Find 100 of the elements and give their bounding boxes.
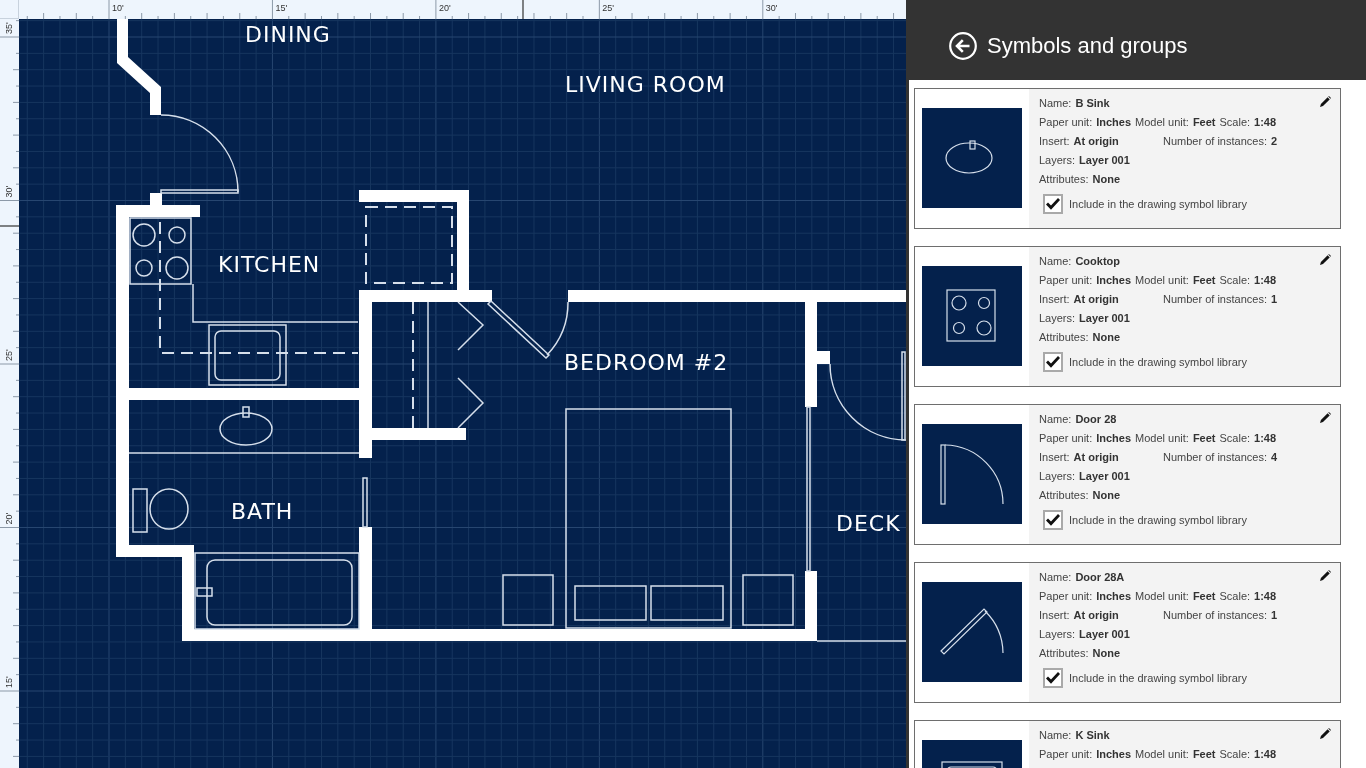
field-label: Number of instances: [1163, 134, 1267, 147]
symbol-card[interactable]: Name: K Sink Paper unit: Inches Model unit: Feet Scale: 1:48 [914, 720, 1341, 768]
room-label: DINING [245, 22, 331, 47]
field-value: At origin [1073, 608, 1119, 621]
ruler-label: 15' [4, 676, 14, 688]
field-label: Paper unit: [1039, 273, 1093, 286]
room-label: BEDROOM #2 [564, 350, 729, 375]
checkmark-icon [1046, 514, 1060, 526]
field-value: Layer 001 [1079, 311, 1130, 324]
symbol-card[interactable]: Name: Door 28 Paper unit: Inches Model unit: Feet Scale: 1:48 Insert: At origin Number of instances: 4 Layers: Layer 001 Attributes: None Include in the drawing symbol library [914, 404, 1341, 545]
field-value: None [1092, 646, 1121, 659]
field-label: Insert: [1039, 292, 1070, 305]
field-value: Inches [1096, 115, 1132, 128]
field-value: Door 28A [1075, 570, 1125, 583]
room-label: DECK [836, 511, 901, 536]
field-value: 4 [1270, 450, 1278, 463]
pencil-icon [1320, 412, 1331, 423]
field-value: 1:48 [1254, 273, 1277, 286]
field-label: Scale: [1219, 115, 1251, 128]
field-value: None [1092, 488, 1121, 501]
field-value: 1:48 [1254, 747, 1277, 760]
field-value: Layer 001 [1079, 153, 1130, 166]
checkbox-label: Include in the drawing symbol library [1069, 514, 1247, 526]
field-value: Feet [1192, 747, 1216, 760]
ruler-label: 35' [4, 22, 14, 34]
symbol-card[interactable]: Name: Door 28A Paper unit: Inches Model unit: Feet Scale: 1:48 Insert: At origin Number of instances: 1 Layers: Layer 001 Attributes: None Include in the drawing symbol library [914, 562, 1341, 703]
ruler-label: 25' [4, 349, 14, 361]
field-label: Number of instances: [1163, 450, 1267, 463]
field-label: Model unit: [1135, 589, 1189, 602]
ruler-label: 10' [112, 3, 124, 13]
field-label: Scale: [1219, 589, 1251, 602]
field-value: 1:48 [1254, 431, 1277, 444]
nightstand [742, 574, 794, 626]
field-value: At origin [1073, 134, 1119, 147]
edit-button[interactable] [1320, 728, 1332, 740]
field-value: Feet [1192, 431, 1216, 444]
field-value: 1:48 [1254, 589, 1277, 602]
field-value: Feet [1192, 115, 1216, 128]
field-value: At origin [1073, 292, 1119, 305]
field-value: Inches [1096, 589, 1132, 602]
field-value: Feet [1192, 273, 1216, 286]
field-label: Name: [1039, 412, 1072, 425]
field-label: Paper unit: [1039, 747, 1093, 760]
field-value: Door 28 [1075, 412, 1117, 425]
field-label: Scale: [1219, 747, 1251, 760]
field-label: Insert: [1039, 450, 1070, 463]
edit-button[interactable] [1320, 412, 1332, 424]
sink-drawing [941, 761, 1003, 768]
room-label: KITCHEN [218, 252, 321, 277]
bifold-door [457, 301, 485, 351]
field-label: Attributes: [1039, 488, 1089, 501]
field-label: Layers: [1039, 627, 1076, 640]
checkbox[interactable] [1043, 352, 1063, 372]
ruler-label: 20' [4, 512, 14, 525]
symbol-card[interactable]: Name: Cooktop Paper unit: Inches Model unit: Feet Scale: 1:48 Insert: At origin Number of instances: 1 Layers: Layer 001 Attributes: None Include in the drawing symbol library [914, 246, 1341, 387]
checkmark-icon [1046, 356, 1060, 368]
checkbox[interactable] [1043, 668, 1063, 688]
field-value: K Sink [1075, 728, 1110, 741]
field-label: Insert: [1039, 608, 1070, 621]
checkbox-label: Include in the drawing symbol library [1069, 198, 1247, 210]
field-value: Inches [1096, 747, 1132, 760]
cooktop-drawing [946, 289, 996, 342]
field-label: Attributes: [1039, 172, 1089, 185]
checkbox[interactable] [1043, 510, 1063, 530]
sink [219, 406, 273, 446]
field-label: Layers: [1039, 311, 1076, 324]
field-label: Attributes: [1039, 646, 1089, 659]
door-swing-drawing [940, 444, 1004, 505]
field-label: Insert: [1039, 134, 1070, 147]
field-label: Number of instances: [1163, 608, 1267, 621]
field-value: Inches [1096, 431, 1132, 444]
edit-button[interactable] [1320, 254, 1332, 266]
back-button[interactable] [949, 32, 977, 60]
symbol-card[interactable]: Name: B Sink Paper unit: Inches Model unit: Feet Scale: 1:48 Insert: At origin Number of instances: 2 Layers: Layer 001 Attributes: None Include in the drawing symbol library [914, 88, 1341, 229]
ruler-label: 15' [275, 3, 288, 13]
field-label: Name: [1039, 254, 1072, 267]
door [362, 477, 368, 528]
pencil-icon [1320, 254, 1331, 265]
field-label: Model unit: [1135, 747, 1189, 760]
pencil-icon [1320, 570, 1331, 581]
field-value: Inches [1096, 273, 1132, 286]
room-label: BATH [231, 499, 294, 524]
field-value: Layer 001 [1079, 469, 1130, 482]
field-label: Layers: [1039, 469, 1076, 482]
field-value: Cooktop [1075, 254, 1120, 267]
panel-title: Symbols and groups [987, 33, 1188, 59]
field-label: Layers: [1039, 153, 1076, 166]
ruler-label: 25' [602, 3, 615, 13]
field-label: Paper unit: [1039, 431, 1093, 444]
checkmark-icon [1046, 672, 1060, 684]
field-label: Name: [1039, 96, 1072, 109]
field-value: 1 [1270, 292, 1278, 305]
field-label: Paper unit: [1039, 115, 1093, 128]
ruler-label: 20' [438, 3, 451, 13]
field-label: Model unit: [1135, 115, 1189, 128]
field-value: 2 [1270, 134, 1278, 147]
edit-button[interactable] [1320, 96, 1332, 108]
edit-button[interactable] [1320, 570, 1332, 582]
checkbox[interactable] [1043, 194, 1063, 214]
field-value: At origin [1073, 450, 1119, 463]
